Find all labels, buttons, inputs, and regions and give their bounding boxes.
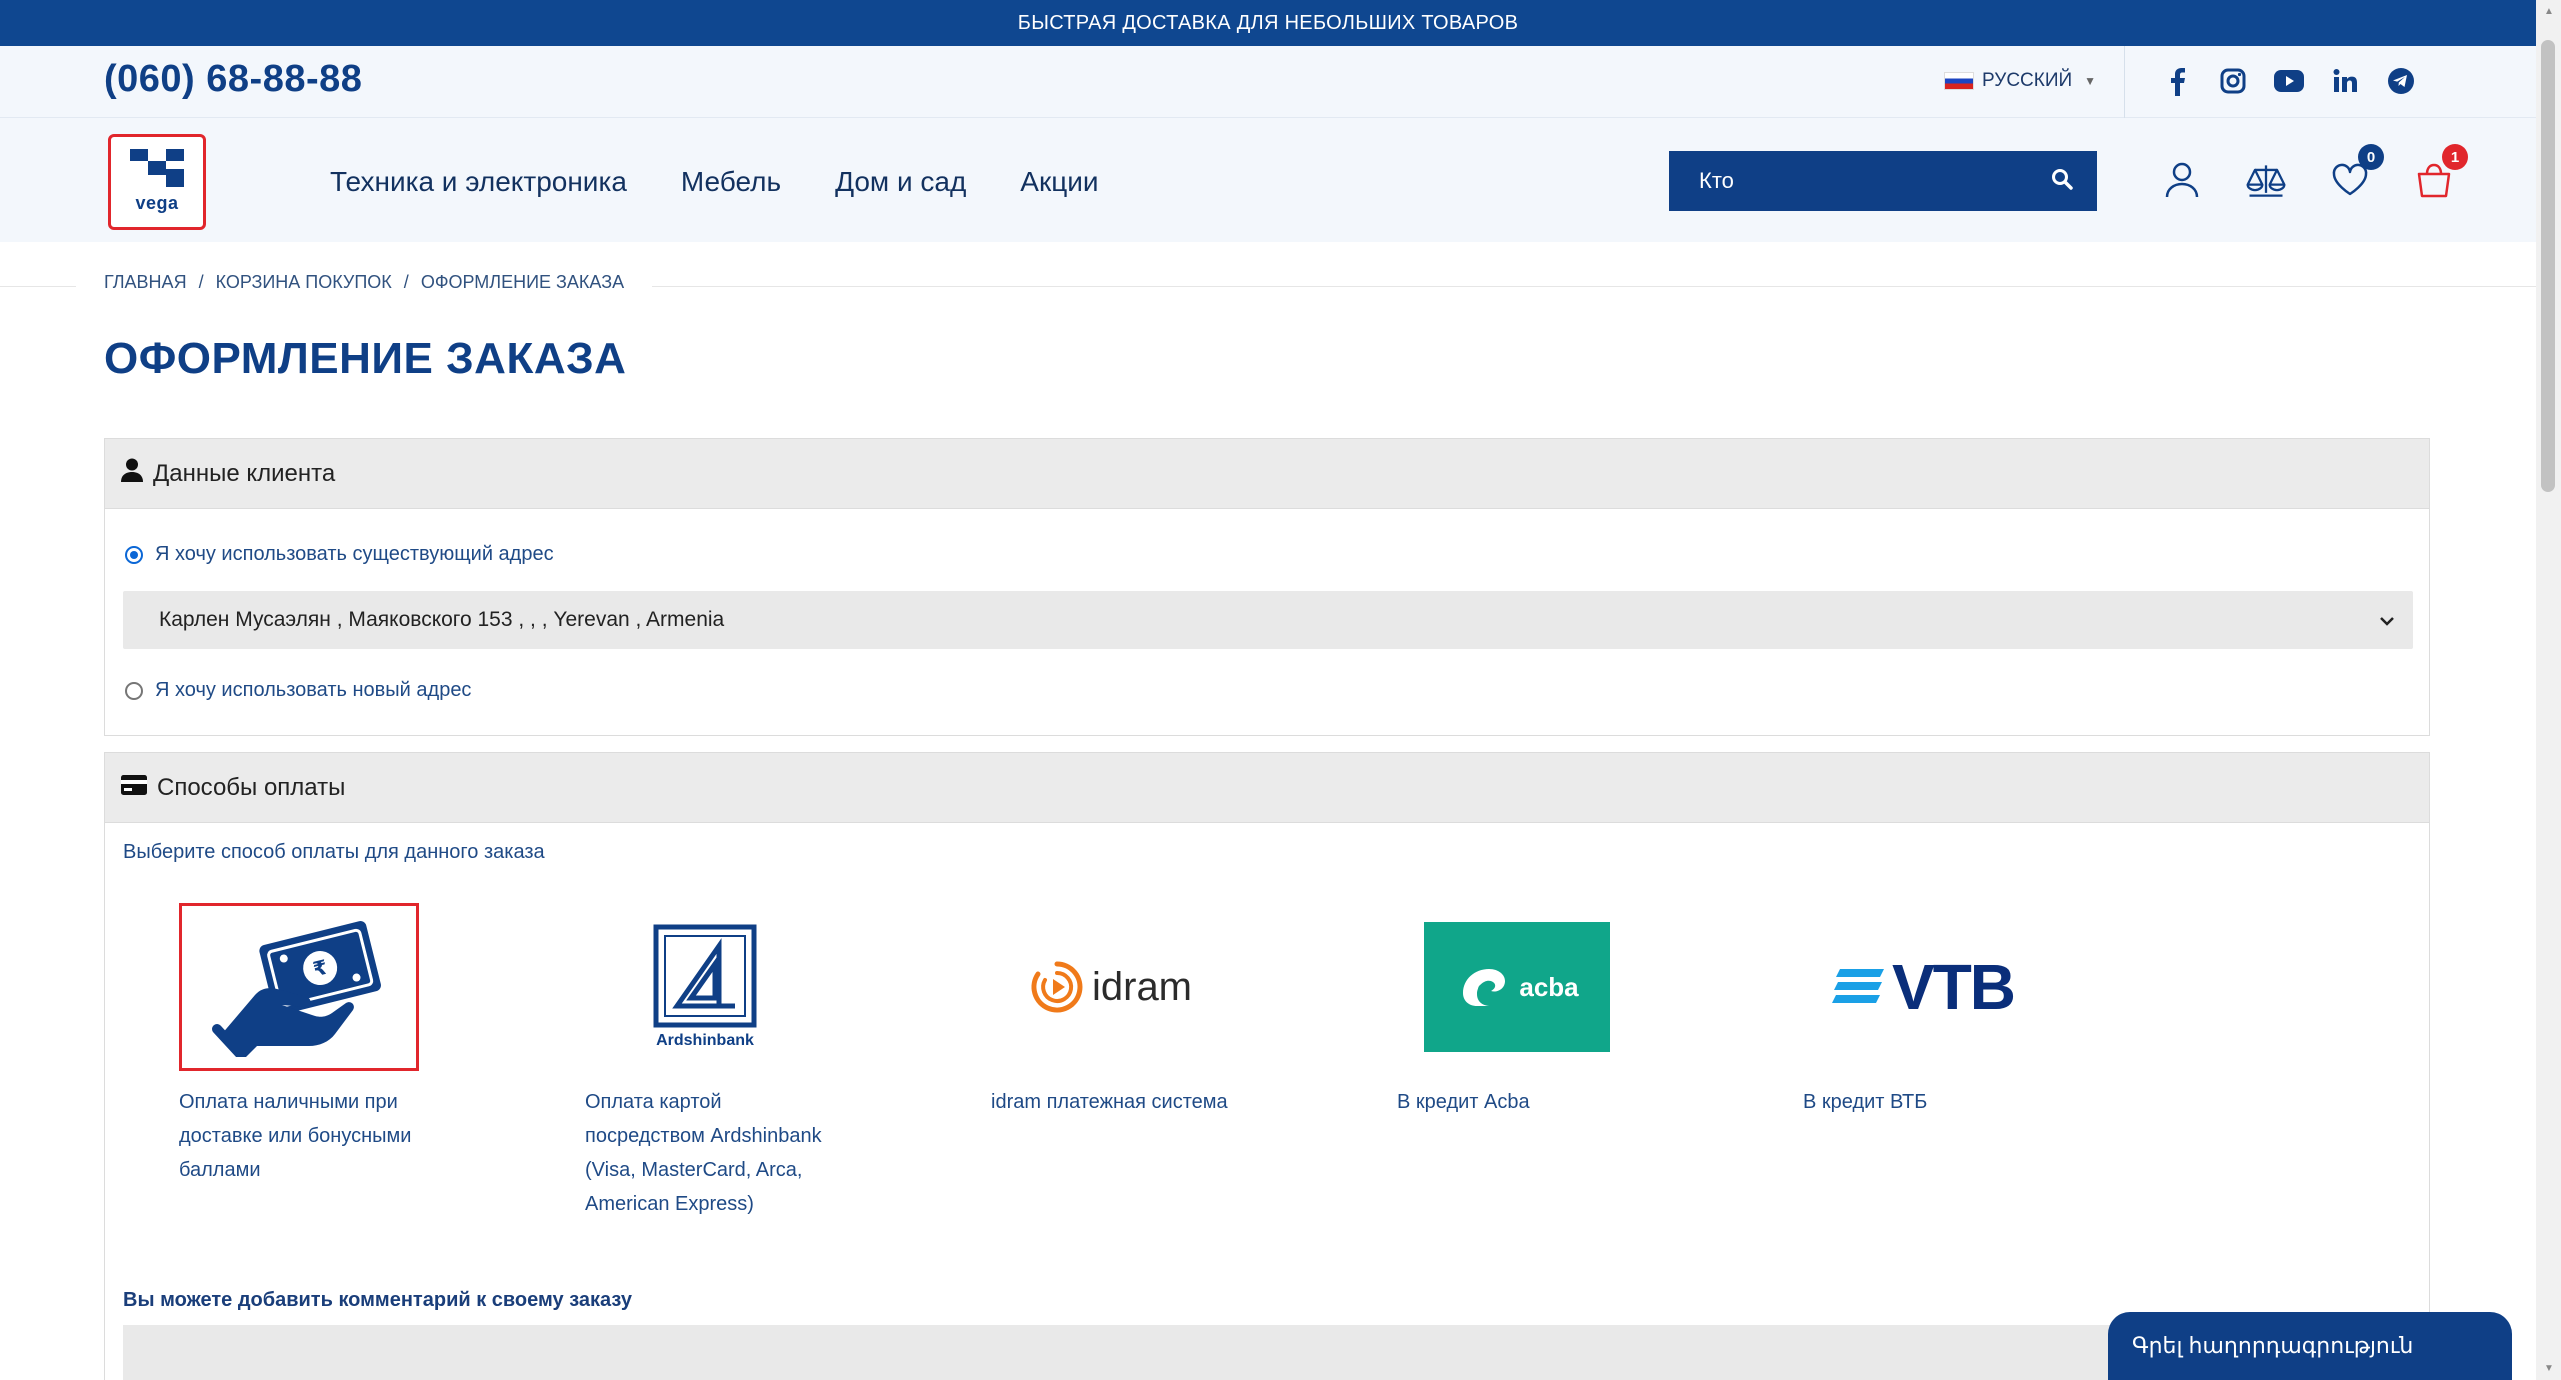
top-info-bar: (060) 68-88-88 РУССКИЙ ▼ bbox=[0, 46, 2536, 118]
acba-payment-label[interactable]: В кредит Acba bbox=[1397, 1085, 1637, 1119]
promo-banner: БЫСТРАЯ ДОСТАВКА ДЛЯ НЕБОЛЬШИХ ТОВАРОВ bbox=[0, 0, 2536, 46]
header-actions: 0 1 bbox=[2160, 144, 2468, 202]
user-icon bbox=[121, 458, 143, 489]
wishlist-count-badge: 0 bbox=[2358, 144, 2384, 170]
ardshinbank-payment-label[interactable]: Оплата картой посредством Ardshinbank (V… bbox=[585, 1085, 825, 1221]
existing-address-label[interactable]: Я хочу использовать существующий адрес bbox=[155, 543, 554, 566]
search-input[interactable] bbox=[1699, 168, 2051, 194]
payment-method-vtb[interactable]: VTB В кредит ВТБ bbox=[1803, 903, 2043, 1119]
ardshinbank-mark-icon bbox=[653, 924, 757, 1028]
chat-button-label: Գրել հաղորդագրություն bbox=[2132, 1333, 2414, 1358]
chevron-down-icon bbox=[2379, 610, 2395, 631]
acba-mark-icon bbox=[1463, 969, 1506, 1006]
idram-logo: idram bbox=[1030, 960, 1192, 1014]
vega-logo[interactable]: vega bbox=[108, 134, 206, 230]
vtb-logo: VTB bbox=[1832, 950, 2016, 1024]
payment-method-ardshinbank[interactable]: Ardshinbank Оплата картой посредством Ar… bbox=[585, 903, 825, 1221]
new-address-radio[interactable] bbox=[125, 681, 143, 700]
promo-text: БЫСТРАЯ ДОСТАВКА ДЛЯ НЕБОЛЬШИХ ТОВАРОВ bbox=[1017, 11, 1519, 34]
language-label: РУССКИЙ bbox=[1982, 70, 2073, 91]
breadcrumb: ГЛАВНАЯ / КОРЗИНА ПОКУПОК / ОФОРМЛЕНИЕ З… bbox=[76, 272, 653, 293]
credit-card-icon bbox=[121, 774, 147, 802]
logo-text: vega bbox=[135, 193, 179, 213]
idram-payment-label[interactable]: idram платежная система bbox=[991, 1085, 1231, 1119]
account-icon[interactable] bbox=[2160, 158, 2204, 202]
idram-play-icon bbox=[1031, 961, 1083, 1013]
address-select[interactable]: Карлен Мусаэлян , Маяковского 153 , , , … bbox=[123, 591, 2413, 649]
address-select-value: Карлен Мусаэлян , Маяковского 153 , , , … bbox=[159, 608, 725, 631]
social-links bbox=[2160, 64, 2418, 98]
acba-tile[interactable]: acba bbox=[1397, 903, 1637, 1071]
cash-payment-tile[interactable]: ₹ bbox=[179, 903, 419, 1071]
payment-method-idram[interactable]: idram idram платежная система bbox=[991, 903, 1231, 1119]
idram-tile[interactable]: idram bbox=[991, 903, 1231, 1071]
vtb-logo-text: VTB bbox=[1892, 951, 2016, 1023]
cash-hand-icon: ₹ bbox=[212, 921, 381, 1057]
idram-logo-text: idram bbox=[1091, 964, 1193, 1009]
phone-number[interactable]: (060) 68-88-88 bbox=[104, 58, 362, 101]
scroll-down-arrow-icon[interactable]: ▼ bbox=[2544, 1363, 2554, 1374]
main-nav: Техника и электроника Мебель Дом и сад А… bbox=[330, 166, 1099, 198]
page-title: ОФОРМЛЕНИЕ ЗАКАЗА bbox=[104, 334, 627, 383]
breadcrumb-home[interactable]: ГЛАВНАЯ bbox=[104, 272, 187, 293]
breadcrumb-separator: / bbox=[403, 272, 409, 292]
linkedin-icon[interactable] bbox=[2328, 64, 2362, 98]
existing-address-radio[interactable] bbox=[125, 545, 143, 564]
cash-payment-label[interactable]: Оплата наличными при доставке или бонусн… bbox=[179, 1085, 419, 1187]
cart-bag-icon[interactable]: 1 bbox=[2412, 144, 2468, 202]
logo-mark bbox=[130, 149, 184, 187]
breadcrumb-separator: / bbox=[198, 272, 204, 292]
nav-item-promotions[interactable]: Акции bbox=[1020, 166, 1098, 198]
existing-address-option[interactable]: Я хочу использовать существующий адрес bbox=[125, 543, 554, 566]
payment-heading: Способы оплаты bbox=[157, 773, 346, 801]
acba-logo-text: acba bbox=[1519, 971, 1579, 1002]
wishlist-heart-icon[interactable]: 0 bbox=[2328, 144, 2384, 202]
telegram-icon[interactable] bbox=[2384, 64, 2418, 98]
nav-item-electronics[interactable]: Техника и электроника bbox=[330, 166, 627, 198]
customer-heading: Данные клиента bbox=[153, 459, 336, 487]
chat-message-button[interactable]: Գրել հաղորդագրություն bbox=[2108, 1312, 2512, 1380]
nav-item-furniture[interactable]: Мебель bbox=[681, 166, 781, 198]
breadcrumb-cart[interactable]: КОРЗИНА ПОКУПОК bbox=[216, 272, 392, 293]
scroll-up-arrow-icon[interactable]: ▲ bbox=[2544, 6, 2554, 17]
payment-panel-header: Способы оплаты bbox=[105, 753, 2429, 823]
new-address-option[interactable]: Я хочу использовать новый адрес bbox=[125, 679, 471, 702]
compare-scales-icon[interactable] bbox=[2244, 158, 2288, 202]
main-header: vega Техника и электроника Мебель Дом и … bbox=[0, 118, 2536, 242]
russia-flag-icon bbox=[1944, 72, 1974, 90]
payment-method-cash[interactable]: ₹ Оплата наличными при доставке или бону… bbox=[179, 903, 419, 1187]
breadcrumb-checkout[interactable]: ОФОРМЛЕНИЕ ЗАКАЗА bbox=[421, 272, 624, 293]
instagram-icon[interactable] bbox=[2216, 64, 2250, 98]
search-bar bbox=[1669, 151, 2097, 211]
acba-logo: acba bbox=[1424, 922, 1610, 1052]
vtb-tile[interactable]: VTB bbox=[1803, 903, 2043, 1071]
divider bbox=[2124, 46, 2125, 118]
new-address-label[interactable]: Я хочу использовать новый адрес bbox=[155, 679, 471, 702]
ardshinbank-logo-text: Ardshinbank bbox=[656, 1032, 754, 1049]
vtb-payment-label[interactable]: В кредит ВТБ bbox=[1803, 1085, 2043, 1119]
cart-count-badge: 1 bbox=[2442, 144, 2468, 170]
vtb-stripes-icon bbox=[1832, 969, 1884, 1003]
page-scrollbar[interactable]: ▲ ▼ bbox=[2536, 0, 2561, 1380]
language-selector[interactable]: РУССКИЙ ▼ bbox=[1944, 70, 2096, 92]
comment-label: Вы можете добавить комментарий к своему … bbox=[123, 1289, 632, 1311]
ardshinbank-tile[interactable]: Ardshinbank bbox=[585, 903, 825, 1071]
youtube-icon[interactable] bbox=[2272, 64, 2306, 98]
ardshinbank-logo: Ardshinbank bbox=[653, 924, 757, 1050]
customer-panel: Данные клиента Я хочу использовать сущес… bbox=[104, 438, 2430, 736]
search-icon[interactable] bbox=[2051, 166, 2073, 197]
nav-item-home-garden[interactable]: Дом и сад bbox=[835, 166, 966, 198]
comment-textarea[interactable] bbox=[123, 1325, 2413, 1380]
customer-panel-header: Данные клиента bbox=[105, 439, 2429, 509]
scrollbar-thumb[interactable] bbox=[2541, 40, 2555, 492]
facebook-icon[interactable] bbox=[2160, 64, 2194, 98]
chevron-down-icon: ▼ bbox=[2084, 74, 2097, 88]
payment-hint: Выберите способ оплаты для данного заказ… bbox=[123, 841, 545, 863]
payment-panel: Способы оплаты Выберите способ оплаты дл… bbox=[104, 752, 2430, 1380]
payment-method-acba[interactable]: acba В кредит Acba bbox=[1397, 903, 1637, 1119]
